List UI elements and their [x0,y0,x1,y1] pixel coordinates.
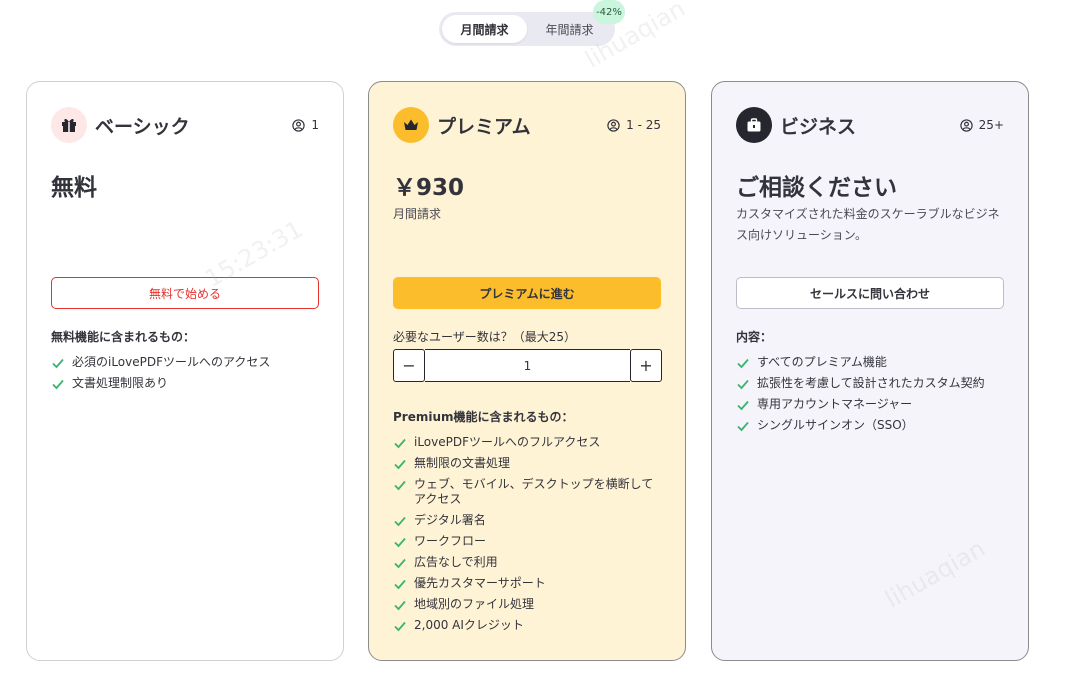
check-icon [394,537,406,548]
features-title: 内容： [736,330,773,344]
feature-item: 無制限の文書処理 [393,456,661,471]
plan-card-basic: ベーシック 1 無料 無料で始める 無料機能に含まれるもの： 必須のiLoveP… [26,81,344,661]
feature-item: 2,000 AIクレジット [393,618,661,633]
features-title: 無料機能に含まれるもの： [51,330,196,344]
feature-item: 優先カスタマーサポート [393,576,661,591]
user-quantity-stepper: − + [393,349,662,382]
feature-item: 拡張性を考慮して設計されたカスタム契約 [736,376,1004,391]
crown-icon [393,107,429,143]
briefcase-icon [736,107,772,143]
feature-item: 文書処理制限あり [51,376,319,391]
feature-item: 専用アカウントマネージャー [736,397,1004,412]
stepper-label: 必要なユーザー数は？（最大25） [393,330,577,344]
user-icon [959,118,973,132]
check-icon [394,621,406,632]
start-free-button[interactable]: 無料で始める [51,277,319,309]
price: ご相談ください [736,175,897,201]
increment-button[interactable]: + [630,349,662,382]
toggle-monthly[interactable]: 月間請求 [442,15,527,43]
check-icon [394,516,406,527]
contact-sales-button[interactable]: セールスに問い合わせ [736,277,1004,309]
billing-toggle: 月間請求 年間請求 [439,12,615,46]
users-count: 1 [292,118,319,132]
users-count: 25+ [959,118,1004,132]
check-icon [394,579,406,590]
check-icon [737,379,749,390]
check-icon [737,400,749,411]
feature-item: シングルサインオン（SSO） [736,418,1004,433]
decrement-button[interactable]: − [393,349,425,382]
features-list: iLovePDFツールへのフルアクセス 無制限の文書処理 ウェブ、モバイル、デス… [393,435,661,633]
plan-card-business: ビジネス 25+ ご相談ください カスタマイズされた料金のスケーラブルなビジネス… [711,81,1029,661]
features-list: 必須のiLovePDFツールへのアクセス 文書処理制限あり [51,355,319,391]
check-icon [394,558,406,569]
price-sub: 月間請求 [393,207,442,221]
feature-item: デジタル署名 [393,513,661,528]
price: 無料 [51,175,97,201]
check-icon [394,480,406,491]
price-sub [51,204,319,248]
plan-card-premium: プレミアム 1 - 25 ￥930 月間請求 プレミアムに進む 必要なユーザー数… [368,81,686,661]
check-icon [394,459,406,470]
gift-icon [51,107,87,143]
feature-item: ウェブ、モバイル、デスクトップを横断してアクセス [393,477,661,507]
features-title: Premium機能に含まれるもの： [393,410,574,424]
user-quantity-input[interactable] [425,349,630,382]
users-value: 1 - 25 [626,118,661,132]
discount-badge: -42% [593,0,625,24]
features-list: すべてのプレミアム機能 拡張性を考慮して設計されたカスタム契約 専用アカウントマ… [736,355,1004,433]
check-icon [394,600,406,611]
plan-name: プレミアム [437,115,531,138]
go-premium-button[interactable]: プレミアムに進む [393,277,661,309]
feature-item: 必須のiLovePDFツールへのアクセス [51,355,319,370]
check-icon [737,421,749,432]
users-value: 1 [311,118,319,132]
feature-item: ワークフロー [393,534,661,549]
feature-item: すべてのプレミアム機能 [736,355,1004,370]
feature-item: 広告なしで利用 [393,555,661,570]
user-icon [607,118,620,132]
price-sub: カスタマイズされた料金のスケーラブルなビジネス向けソリューション。 [736,207,1000,242]
price: ￥930 [393,175,465,201]
plan-name: ベーシック [95,115,190,138]
check-icon [52,358,64,369]
feature-item: 地域別のファイル処理 [393,597,661,612]
plan-name: ビジネス [780,115,857,138]
users-count: 1 - 25 [607,118,661,132]
check-icon [394,438,406,449]
check-icon [737,358,749,369]
user-icon [292,118,306,132]
check-icon [52,379,64,390]
feature-item: iLovePDFツールへのフルアクセス [393,435,661,450]
users-value: 25+ [978,118,1004,132]
